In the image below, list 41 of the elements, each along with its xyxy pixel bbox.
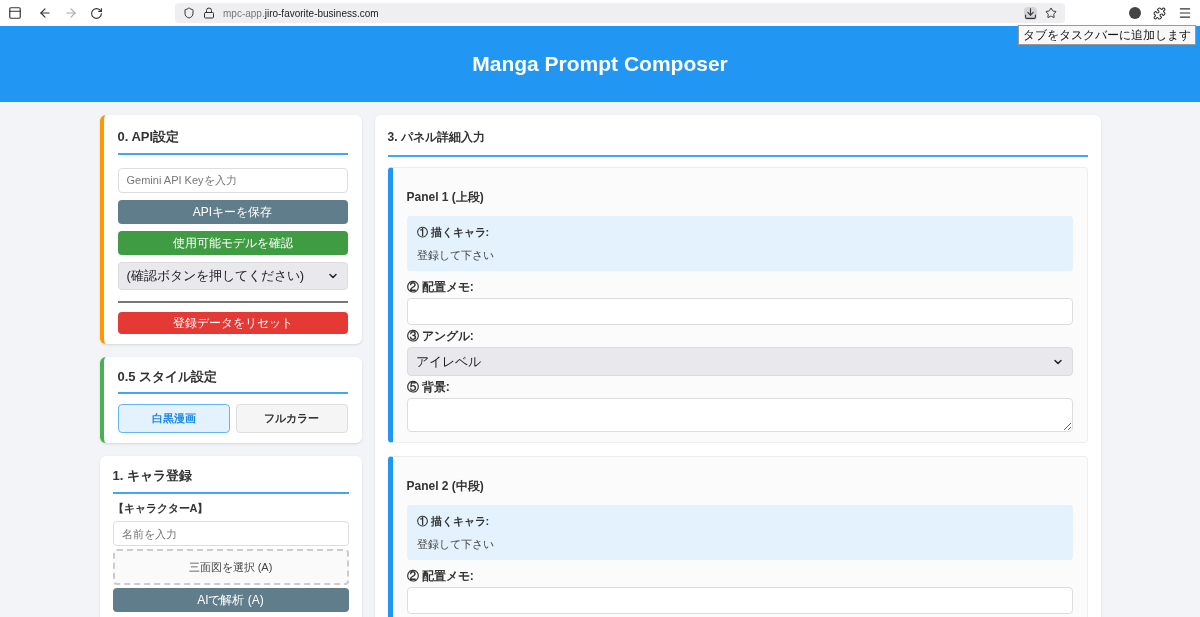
memo-field[interactable]	[406, 587, 1073, 614]
field-label: ⑤ 背景:	[406, 380, 451, 395]
api-key-field[interactable]: Gemini API Keyを入力	[117, 167, 348, 193]
panel-title: Panel 2 (中段)	[406, 478, 485, 495]
menu-icon[interactable]	[1178, 6, 1192, 20]
star-icon[interactable]	[1045, 7, 1057, 19]
card-title: 3. パネル詳細入力	[387, 128, 1088, 157]
address-bar[interactable]: mpc-app.jiro-favorite-business.com	[175, 3, 1065, 23]
character-heading: ① 描くキャラ:	[416, 514, 491, 529]
reset-button[interactable]: 登録データをリセット	[117, 311, 348, 334]
save-key-button[interactable]: APIキーを保存	[117, 199, 348, 224]
field-label: ② 配置メモ:	[406, 280, 475, 295]
character-note: 登録して下さい	[416, 536, 495, 552]
panel-title: Panel 1 (上段)	[406, 189, 485, 206]
extensions-icon[interactable]	[1153, 6, 1166, 20]
account-icon[interactable]	[1129, 7, 1141, 19]
character-note: 登録して下さい	[416, 247, 495, 263]
tooltip: タブをタスクバーに追加します	[1018, 25, 1196, 45]
card-title: 0.5 スタイル設定	[117, 366, 348, 394]
model-select[interactable]: (確認ボタンを押してください)	[117, 261, 348, 290]
field-label: ② 配置メモ:	[406, 569, 475, 584]
lock-icon	[203, 7, 215, 19]
shield-icon	[183, 7, 195, 19]
install-icon[interactable]	[1024, 6, 1037, 20]
field-label: ③ アングル:	[406, 329, 475, 344]
card-title: 0. API設定	[117, 127, 348, 155]
reload-icon[interactable]	[90, 6, 103, 20]
background-field[interactable]	[406, 398, 1073, 432]
file-select-button[interactable]: 三面図を選択 (A)	[112, 549, 349, 585]
angle-select[interactable]: アイレベル	[406, 347, 1073, 376]
character-label: 【キャラクターA】	[112, 500, 210, 516]
card-title: 1. キャラ登録	[112, 466, 349, 494]
back-icon[interactable]	[38, 6, 52, 20]
character-heading: ① 描くキャラ:	[416, 225, 491, 240]
name-field[interactable]: 名前を入力	[112, 521, 349, 546]
memo-field[interactable]	[406, 298, 1073, 325]
style-option[interactable]: フルカラー	[235, 404, 348, 433]
analyze-button[interactable]: AIで解析 (A)	[112, 588, 349, 612]
app-title: Manga Prompt Composer	[472, 51, 728, 78]
tab-view-icon[interactable]	[8, 6, 22, 20]
url-text: mpc-app.jiro-favorite-business.com	[223, 6, 379, 21]
